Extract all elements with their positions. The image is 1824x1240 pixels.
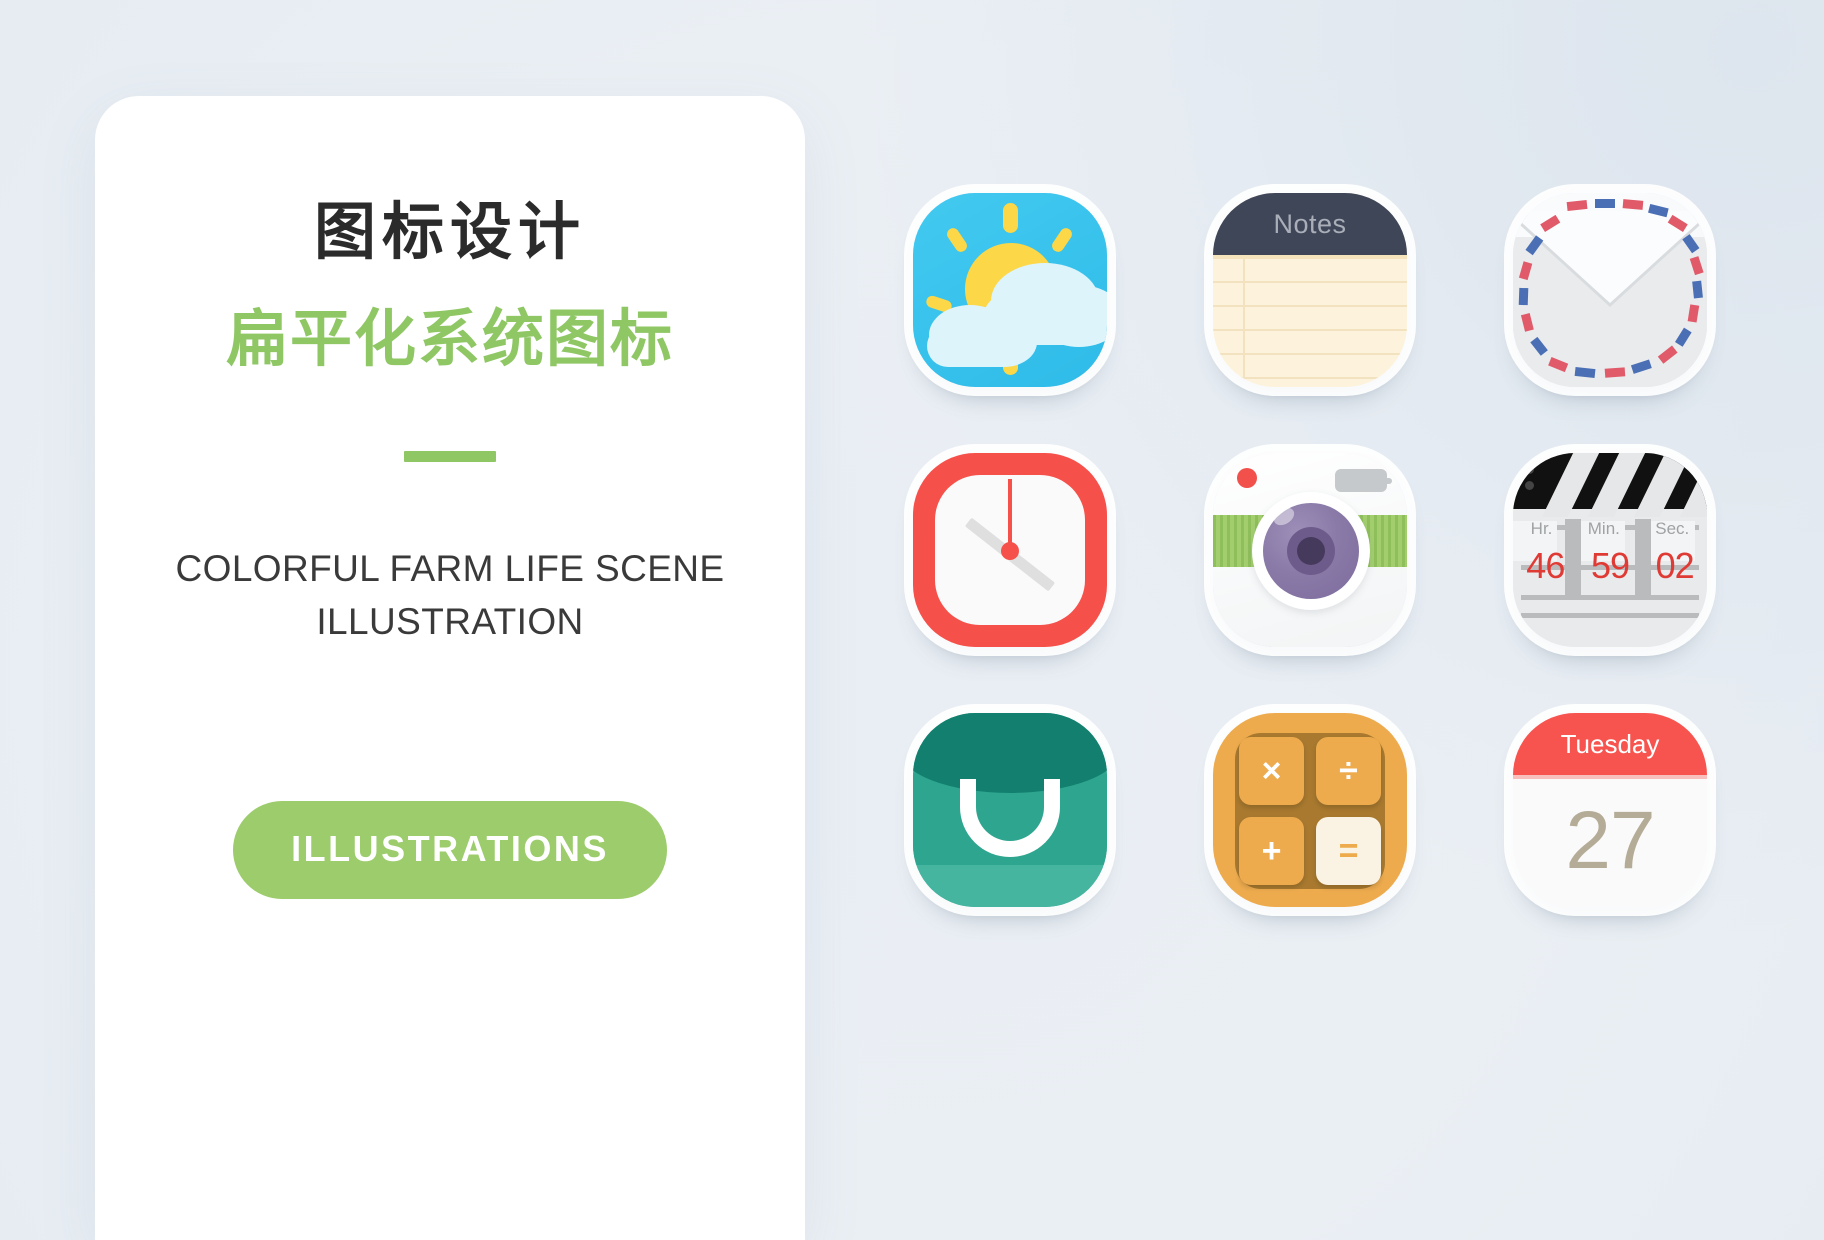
cta-container: ILLUSTRATIONS — [155, 649, 745, 899]
notes-rule — [1213, 353, 1407, 355]
camera-flash-unit — [1335, 469, 1392, 492]
icon-cell-calendar: Tuesday 27 — [1460, 680, 1760, 940]
notes-rule — [1213, 305, 1407, 307]
icon-cell-clapper: Hr. Min. Sec. 46 59 02 — [1460, 420, 1760, 680]
timer-unit-minutes: Min. — [1587, 519, 1620, 538]
airmail-border-icon — [1518, 199, 1704, 379]
icon-grid: Notes Hr. Min. Sec. 46 59 02 × ÷ + = Tue… — [860, 160, 1760, 940]
plus-key[interactable]: + — [1239, 817, 1304, 885]
timer-value-seconds: 02 — [1655, 545, 1695, 586]
page-title: 图标设计 — [313, 195, 586, 268]
shopping-bag-icon[interactable] — [913, 713, 1107, 907]
clock-icon[interactable] — [913, 453, 1107, 647]
bag-base — [913, 865, 1107, 907]
clapper-rule — [1521, 613, 1699, 618]
equals-key[interactable]: = — [1316, 817, 1381, 885]
timer-unit-hours: Hr. — [1530, 519, 1553, 538]
sun-ray-upper-left — [944, 225, 970, 255]
icon-cell-notes: Notes — [1160, 160, 1460, 420]
icon-cell-weather — [860, 160, 1160, 420]
notes-margin-line — [1243, 259, 1245, 387]
clock-center-pin — [1001, 542, 1019, 560]
camera-icon[interactable] — [1213, 453, 1407, 647]
divide-key[interactable]: ÷ — [1316, 737, 1381, 805]
timer-value-hours: 46 — [1526, 545, 1565, 586]
camera-record-dot — [1237, 468, 1257, 488]
mail-icon[interactable] — [1513, 193, 1707, 387]
sun-ray-top — [1003, 203, 1018, 233]
illustrations-button[interactable]: ILLUSTRATIONS — [233, 800, 667, 899]
camera-lens-core — [1297, 537, 1325, 565]
left-info-card: 图标设计 扁平化系统图标 COLORFUL FARM LIFE SCENE IL… — [95, 96, 805, 1240]
left-card-content: 图标设计 扁平化系统图标 COLORFUL FARM LIFE SCENE IL… — [95, 96, 805, 899]
notes-rule — [1213, 329, 1407, 331]
clapper-hinge-dot — [1525, 481, 1534, 490]
notes-rule — [1213, 377, 1407, 379]
multiply-key[interactable]: × — [1239, 737, 1304, 805]
notes-icon[interactable]: Notes — [1213, 193, 1407, 387]
page-subtitle: 扁平化系统图标 — [225, 302, 674, 376]
sun-ray-upper-right — [1049, 225, 1075, 255]
timer-values: 46 59 02 — [1513, 545, 1707, 587]
calendar-date: 27 — [1565, 795, 1655, 886]
icon-cell-mail — [1460, 160, 1760, 420]
icon-cell-camera — [1160, 420, 1460, 680]
notes-rule — [1213, 281, 1407, 283]
icon-cell-clock — [860, 420, 1160, 680]
weather-icon[interactable] — [913, 193, 1107, 387]
clapper-rule — [1521, 595, 1699, 600]
calendar-weekday: Tuesday — [1560, 728, 1660, 759]
notes-paper — [1213, 255, 1407, 387]
clapper-hinge-dot — [1525, 465, 1534, 474]
timer-value-minutes: 59 — [1590, 545, 1630, 586]
icon-cell-bag — [860, 680, 1160, 940]
clapper-top-bar — [1513, 453, 1707, 517]
calculator-keys: × ÷ + = — [1239, 737, 1381, 885]
poster-canvas: 图标设计 扁平化系统图标 COLORFUL FARM LIFE SCENE IL… — [0, 0, 1824, 1240]
divider — [404, 450, 496, 462]
notes-header-bar: Notes — [1213, 193, 1407, 255]
calendar-icon[interactable]: Tuesday 27 — [1513, 713, 1707, 907]
timer-unit-seconds: Sec. — [1655, 519, 1690, 538]
timer-unit-labels: Hr. Min. Sec. — [1513, 519, 1707, 539]
calendar-header: Tuesday — [1513, 713, 1707, 779]
calculator-icon[interactable]: × ÷ + = — [1213, 713, 1407, 907]
icon-cell-calculator: × ÷ + = — [1160, 680, 1460, 940]
notes-header-label: Notes — [1273, 208, 1347, 239]
clapper-slate: Hr. Min. Sec. 46 59 02 — [1513, 509, 1707, 647]
tagline-text: COLORFUL FARM LIFE SCENE ILLUSTRATION — [175, 547, 725, 643]
cloud-front-base — [927, 325, 1025, 367]
clapperboard-timer-icon[interactable]: Hr. Min. Sec. 46 59 02 — [1513, 453, 1707, 647]
